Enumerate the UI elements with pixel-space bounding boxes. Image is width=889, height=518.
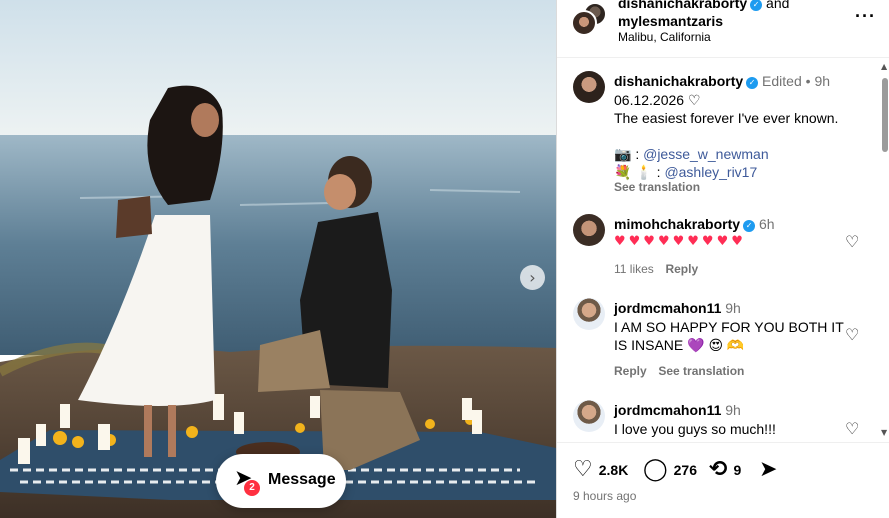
flowers-candle-icon: 💐 🕯️ : bbox=[614, 164, 661, 180]
heart-outline-icon: ♡ bbox=[845, 419, 860, 438]
author-username[interactable]: dishanichakraborty bbox=[618, 0, 747, 11]
comment-username[interactable]: jordmcmahon11 bbox=[614, 402, 721, 418]
collab-avatars[interactable] bbox=[571, 2, 607, 38]
collab-usernames: dishanichakraborty ✓ and bbox=[618, 0, 789, 11]
next-photo-button[interactable]: › bbox=[520, 265, 545, 290]
post-actions-footer: ♡ 2.8K ◯ 276 ⟲ 9 ➤ 9 hours ago bbox=[557, 442, 889, 518]
avatar[interactable] bbox=[573, 400, 605, 432]
repost-button[interactable]: ⟲ 9 bbox=[709, 459, 741, 481]
edited-label: Edited bbox=[762, 73, 802, 89]
reply-button[interactable]: Reply bbox=[614, 364, 647, 378]
decorator-mention-link[interactable]: @ashley_riv17 bbox=[664, 164, 757, 180]
more-options-button[interactable]: ··· bbox=[855, 6, 876, 27]
scroll-up-arrow-icon[interactable]: ▲ bbox=[881, 62, 887, 71]
caption-username[interactable]: dishanichakraborty bbox=[614, 73, 743, 89]
messages-label: Message bbox=[268, 471, 336, 488]
post-timestamp[interactable]: 9 hours ago bbox=[573, 489, 636, 503]
caption-decor-credit: 💐 🕯️ : @ashley_riv17 bbox=[614, 164, 757, 181]
like-comment-button[interactable]: ♡ bbox=[845, 234, 861, 250]
comment-time: 9h bbox=[725, 402, 741, 418]
avatar[interactable] bbox=[571, 10, 597, 36]
comment-count: 276 bbox=[673, 462, 697, 478]
reply-button[interactable]: Reply bbox=[665, 262, 698, 276]
chevron-right-icon: › bbox=[529, 267, 536, 287]
repost-icon: ⟲ bbox=[709, 457, 728, 482]
caption-time: 9h bbox=[814, 73, 831, 89]
collab-username-2[interactable]: mylesmantzaris bbox=[618, 13, 723, 29]
more-icon: ··· bbox=[855, 6, 876, 26]
verified-badge-icon: ✓ bbox=[746, 77, 759, 89]
post-photo[interactable]: › bbox=[0, 0, 556, 518]
unread-badge: 2 bbox=[244, 480, 260, 496]
photographer-mention-link[interactable]: @jesse_w_newman bbox=[643, 146, 769, 162]
post-header: dishanichakraborty ✓ and mylesmantzaris M… bbox=[557, 0, 889, 58]
location-link[interactable]: Malibu, California bbox=[618, 30, 711, 44]
comment-text-line-1: I AM SO HAPPY FOR YOU BOTH IT bbox=[614, 319, 844, 335]
see-translation-link[interactable]: See translation bbox=[658, 364, 744, 378]
comment-text: I love you guys so much!!! bbox=[614, 421, 776, 437]
comment-header: jordmcmahon11 9h bbox=[614, 402, 741, 418]
verified-badge-icon: ✓ bbox=[743, 220, 756, 232]
caption-photo-credit: 📷 : @jesse_w_newman bbox=[614, 146, 769, 163]
caption-text: The easiest forever I've ever known. bbox=[614, 110, 839, 126]
heart-icon: ♡ bbox=[573, 457, 593, 482]
scroll-down-arrow-icon[interactable]: ▼ bbox=[881, 428, 887, 437]
comments-scroll-area[interactable]: dishanichakraborty ✓ Edited • 9h 06.12.20… bbox=[557, 58, 889, 442]
heart-outline-icon: ♡ bbox=[845, 232, 860, 251]
comment-actions: Reply See translation bbox=[614, 362, 744, 378]
caption-block: dishanichakraborty ✓ Edited • 9h 06.12.20… bbox=[557, 58, 889, 198]
comment-item: jordmcmahon11 9h I AM SO HAPPY FOR YOU B… bbox=[557, 292, 889, 382]
and-label: and bbox=[766, 0, 790, 11]
messages-button[interactable]: ➤ 2 Message bbox=[216, 454, 346, 508]
see-translation-link[interactable]: See translation bbox=[614, 180, 700, 194]
scrollbar-thumb[interactable] bbox=[882, 78, 888, 152]
comment-button[interactable]: ◯ 276 bbox=[643, 459, 697, 481]
comment-item: mimohchakraborty ✓ 6h ♥♥♥♥♥♥♥♥♥ 11 likes … bbox=[557, 208, 889, 283]
post-side-panel: dishanichakraborty ✓ and mylesmantzaris M… bbox=[556, 0, 889, 518]
comment-header: jordmcmahon11 9h bbox=[614, 300, 741, 316]
comment-username[interactable]: jordmcmahon11 bbox=[614, 300, 721, 316]
separator-dot: • bbox=[805, 73, 811, 89]
like-comment-button[interactable]: ♡ bbox=[845, 421, 861, 437]
caption-date: 06.12.2026 ♡ bbox=[614, 92, 701, 108]
like-button[interactable]: ♡ 2.8K bbox=[573, 459, 628, 481]
like-comment-button[interactable]: ♡ bbox=[845, 327, 861, 343]
send-icon: ➤ bbox=[759, 457, 778, 482]
repost-count: 9 bbox=[733, 462, 742, 478]
comment-time: 6h bbox=[758, 216, 775, 232]
comment-likes[interactable]: 11 likes bbox=[614, 262, 654, 276]
caption-header: dishanichakraborty ✓ Edited • 9h bbox=[614, 73, 830, 89]
comment-text: ♥♥♥♥♥♥♥♥♥ bbox=[614, 234, 746, 249]
comment-time: 9h bbox=[725, 300, 741, 316]
comment-actions: 11 likes Reply bbox=[614, 260, 698, 276]
avatar[interactable] bbox=[573, 214, 605, 246]
scrollbar[interactable]: ▲ ▼ bbox=[879, 60, 889, 440]
avatar[interactable] bbox=[573, 298, 605, 330]
comment-item: jordmcmahon11 9h I love you guys so much… bbox=[557, 394, 889, 442]
comment-username[interactable]: mimohchakraborty bbox=[614, 216, 740, 232]
comment-icon: ◯ bbox=[643, 457, 668, 482]
comment-text-line-2: IS INSANE 💜 😍 🫶 bbox=[614, 337, 745, 353]
like-count[interactable]: 2.8K bbox=[599, 462, 629, 478]
camera-icon: 📷 : bbox=[614, 146, 640, 162]
avatar[interactable] bbox=[573, 71, 605, 103]
share-button[interactable]: ➤ bbox=[759, 459, 783, 481]
proposal-photo bbox=[0, 0, 556, 518]
verified-badge-icon: ✓ bbox=[750, 0, 763, 11]
comment-header: mimohchakraborty ✓ 6h bbox=[614, 216, 775, 232]
heart-outline-icon: ♡ bbox=[845, 325, 860, 344]
